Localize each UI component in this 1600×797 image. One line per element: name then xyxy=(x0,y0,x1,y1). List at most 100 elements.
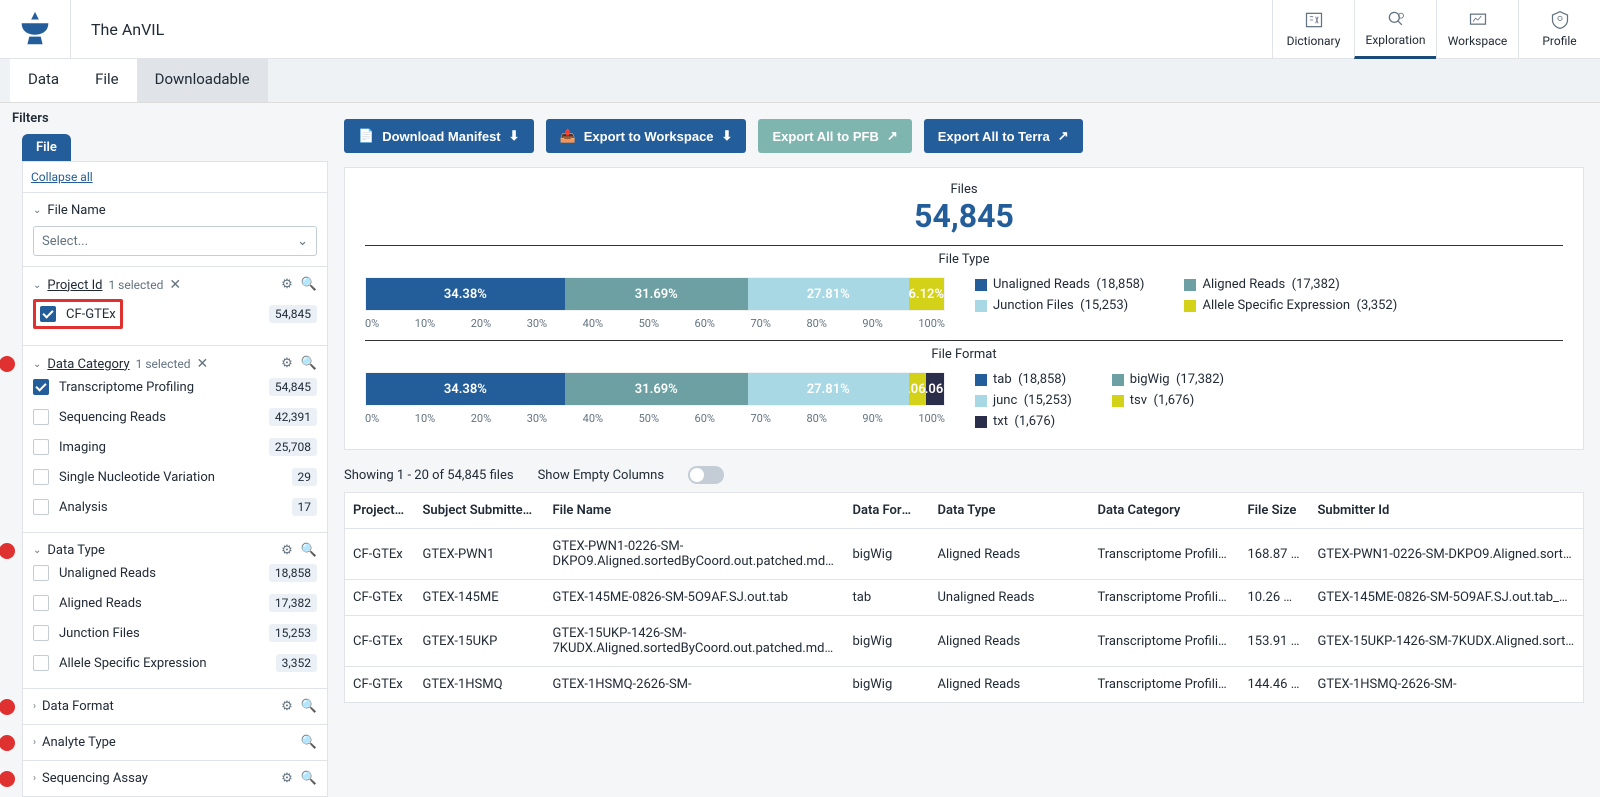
nav-workspace[interactable]: Workspace xyxy=(1436,0,1518,59)
facet-header-analyte-type[interactable]: › Analyte Type xyxy=(33,735,317,750)
empty-cols-toggle[interactable] xyxy=(688,466,724,484)
file-filter-tab[interactable]: File xyxy=(22,134,71,161)
column-header[interactable]: Data Format xyxy=(845,493,930,529)
checkbox[interactable] xyxy=(33,655,49,671)
bar-segment: 3.06% xyxy=(909,373,927,405)
tab-downloadable[interactable]: Downloadable xyxy=(137,59,268,102)
table-row[interactable]: CF-GTExGTEX-15UKPGTEX-15UKP-1426-SM-7KUD… xyxy=(345,616,1584,667)
facet-option[interactable]: Single Nucleotide Variation29 xyxy=(33,462,317,492)
table-row[interactable]: CF-GTExGTEX-PWN1GTEX-PWN1-0226-SM-DKPO9.… xyxy=(345,529,1584,580)
facet-option[interactable]: Imaging 25,708 xyxy=(33,432,317,462)
column-header[interactable]: File Size xyxy=(1240,493,1310,529)
search-icon[interactable]: 🔍 xyxy=(301,735,317,750)
column-header[interactable]: Data Category xyxy=(1090,493,1240,529)
table-row[interactable]: CF-GTExGTEX-145MEGTEX-145ME-0826-SM-5O9A… xyxy=(345,580,1584,616)
facet-header-data-type[interactable]: ⌄ Data Type xyxy=(33,543,317,558)
files-count-label: Files xyxy=(365,182,1563,197)
cell-datatype: Aligned Reads xyxy=(930,616,1090,667)
checkbox[interactable] xyxy=(33,409,49,425)
clear-selection-icon[interactable]: ✕ xyxy=(169,277,181,293)
axis-tick: 70% xyxy=(751,317,771,330)
facet-header-data-format[interactable]: › Data Format xyxy=(33,699,317,714)
column-header[interactable]: Submitter Id xyxy=(1310,493,1584,529)
app-title: The AnVIL xyxy=(70,0,164,59)
export-terra-button[interactable]: Export All to Terra↗ xyxy=(924,119,1083,153)
gear-icon[interactable]: ⚙ xyxy=(281,771,293,786)
checkbox[interactable] xyxy=(33,469,49,485)
column-header[interactable]: Data Type xyxy=(930,493,1090,529)
facet-title: Data Type xyxy=(47,543,105,558)
checkbox[interactable] xyxy=(33,499,49,515)
facet-header-project-id[interactable]: ⌄ Project Id 1 selected ✕ xyxy=(33,277,317,293)
axis-tick: 30% xyxy=(527,317,547,330)
option-label: CF-GTEx xyxy=(66,307,116,322)
facet-option[interactable]: Aligned Reads17,382 xyxy=(33,588,317,618)
search-icon[interactable]: 🔍 xyxy=(301,277,317,292)
facet-header-sequencing-assay[interactable]: › Sequencing Assay xyxy=(33,771,317,786)
file-name-select[interactable]: Select... ⌄ xyxy=(33,226,317,256)
gear-icon[interactable]: ⚙ xyxy=(281,543,293,558)
facet-header-file-name[interactable]: ⌄ File Name xyxy=(33,203,317,218)
facet-title: Data Format xyxy=(42,699,114,714)
axis-tick: 50% xyxy=(639,317,659,330)
nav-exploration[interactable]: Exploration xyxy=(1354,0,1436,59)
column-header[interactable]: Subject Submitter Id xyxy=(415,493,545,529)
facet-option[interactable]: Transcriptome Profiling54,845 xyxy=(33,372,317,402)
checkbox[interactable] xyxy=(33,439,49,455)
gear-icon[interactable]: ⚙ xyxy=(281,356,293,371)
cell-submitter: GTEX-1HSMQ-2626-SM- xyxy=(1310,667,1584,703)
tab-file[interactable]: File xyxy=(77,59,137,102)
facet-analyte-type: › Analyte Type 🔍 xyxy=(23,724,327,760)
gear-icon[interactable]: ⚙ xyxy=(281,277,293,292)
table-controls: Showing 1 - 20 of 54,845 files Show Empt… xyxy=(344,466,1584,484)
collapse-all-link[interactable]: Collapse all xyxy=(23,162,327,192)
chevron-down-icon: ⌄ xyxy=(297,234,308,249)
axis-tick: 0% xyxy=(365,317,379,330)
nav-dictionary[interactable]: Dictionary xyxy=(1272,0,1354,59)
facet-option[interactable]: Junction Files15,253 xyxy=(33,618,317,648)
search-icon[interactable]: 🔍 xyxy=(301,771,317,786)
facet-actions: ⚙ 🔍 xyxy=(281,543,317,558)
facet-option[interactable]: Unaligned Reads18,858 xyxy=(33,558,317,588)
cell-subject: GTEX-1HSMQ xyxy=(415,667,545,703)
facet-option-cf-gtex[interactable]: CF-GTEx 54,845 xyxy=(33,293,317,335)
action-buttons: 📄Download Manifest⬇ 📤Export to Workspace… xyxy=(344,119,1584,153)
export-pfb-button[interactable]: Export All to PFB↗ xyxy=(758,119,911,153)
legend: Unaligned Reads (18,858)Aligned Reads (1… xyxy=(975,277,1397,313)
clear-selection-icon[interactable]: ✕ xyxy=(197,356,209,372)
search-icon[interactable]: 🔍 xyxy=(301,699,317,714)
option-count: 25,708 xyxy=(269,438,317,456)
checkbox[interactable] xyxy=(33,565,49,581)
option-label: Imaging xyxy=(59,440,106,455)
nav-profile[interactable]: Profile xyxy=(1518,0,1600,59)
checkbox[interactable] xyxy=(33,595,49,611)
chart-title: File Format xyxy=(365,347,1563,362)
stacked-bar: 34.38%31.69%27.81%3.06%3.06% xyxy=(365,372,945,406)
facet-header-data-category[interactable]: ⌄ Data Category 1 selected ✕ xyxy=(33,356,317,372)
export-workspace-button[interactable]: 📤Export to Workspace⬇ xyxy=(546,119,747,153)
column-header[interactable]: Project Id xyxy=(345,493,415,529)
gear-icon[interactable]: ⚙ xyxy=(281,699,293,714)
download-arrow-icon: ⬇ xyxy=(722,128,733,144)
column-header[interactable]: File Name xyxy=(545,493,845,529)
facet-title: Data Category xyxy=(47,357,129,372)
checkbox-checked[interactable] xyxy=(40,306,56,322)
legend-label: tab (18,858) xyxy=(993,372,1066,387)
table-row[interactable]: CF-GTExGTEX-1HSMQGTEX-1HSMQ-2626-SM-bigW… xyxy=(345,667,1584,703)
search-icon[interactable]: 🔍 xyxy=(301,543,317,558)
axis-tick: 50% xyxy=(639,412,659,425)
facet-title: Analyte Type xyxy=(42,735,116,750)
checkbox[interactable] xyxy=(33,379,49,395)
checkbox[interactable] xyxy=(33,625,49,641)
tab-data[interactable]: Data xyxy=(10,59,77,102)
facet-option[interactable]: Allele Specific Expression3,352 xyxy=(33,648,317,678)
download-manifest-button[interactable]: 📄Download Manifest⬇ xyxy=(344,119,534,153)
bar-segment: 31.69% xyxy=(565,278,748,310)
search-icon[interactable]: 🔍 xyxy=(301,356,317,371)
chevron-down-icon: ⌄ xyxy=(33,280,41,291)
facet-option[interactable]: Analysis17 xyxy=(33,492,317,522)
dictionary-icon xyxy=(1303,10,1325,30)
facet-option[interactable]: Sequencing Reads42,391 xyxy=(33,402,317,432)
cell-submitter: GTEX-15UKP-1426-SM-7KUDX.Aligned.sortedB… xyxy=(1310,616,1584,667)
cell-datacategory: Transcriptome Profiling xyxy=(1090,667,1240,703)
